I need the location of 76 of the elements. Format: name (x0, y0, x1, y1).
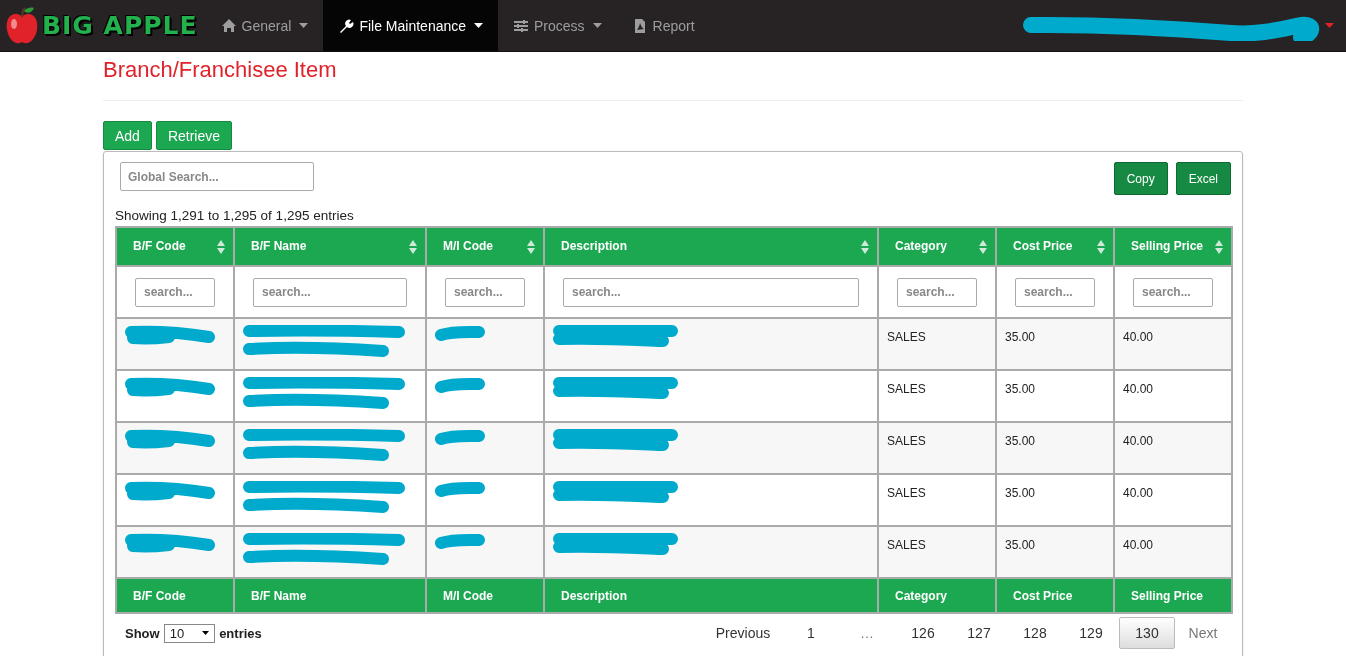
page-link[interactable]: Previous (703, 617, 783, 650)
column-search-field[interactable]: search... (1133, 277, 1213, 307)
table-cell: 40.00 (1123, 538, 1154, 553)
column-footer: Cost Price (1013, 588, 1073, 603)
column-footer: B/F Code (133, 588, 186, 603)
column-footer: Selling Price (1131, 588, 1204, 603)
table-cell: 40.00 (1123, 434, 1154, 449)
page-link[interactable]: 126 (895, 617, 951, 650)
page-link[interactable]: 1 (783, 617, 839, 650)
table-cell: 40.00 (1123, 330, 1154, 345)
table-cell: 40.00 (1123, 486, 1154, 501)
caret-icon (299, 23, 309, 28)
page-link: Next (1187, 624, 1219, 644)
nav-menu-item[interactable]: General (205, 0, 324, 51)
page-link[interactable]: 128 (1007, 617, 1063, 650)
column-header[interactable]: B/F Name (234, 227, 426, 267)
table-cell: 35.00 (1005, 486, 1036, 501)
column-footer: Description (561, 588, 627, 603)
column-footer: M/I Code (443, 588, 493, 603)
column-footer: Category (895, 588, 947, 603)
export-button[interactable]: Copy (1113, 162, 1168, 196)
caret-icon (1325, 23, 1334, 28)
column-search-field[interactable]: search... (1015, 277, 1095, 307)
page-title: Branch/Franchisee Item (103, 58, 338, 83)
home-icon (220, 17, 237, 34)
table-cell: 35.00 (1005, 434, 1036, 449)
sliders-icon (513, 17, 530, 34)
table-cell: SALES (887, 486, 926, 501)
caret-icon (202, 631, 210, 636)
page-size-select[interactable]: 10 (163, 623, 216, 643)
nav-menu-item[interactable]: Report (616, 0, 710, 51)
column-search-field[interactable]: search... (253, 277, 407, 307)
column-search-field[interactable]: search... (135, 277, 215, 307)
export-button[interactable]: Excel (1175, 162, 1231, 196)
page-link[interactable]: 129 (1063, 617, 1119, 650)
sort-icon (1097, 240, 1105, 255)
caret-icon (474, 23, 484, 28)
apple-icon (4, 5, 40, 46)
table-cell: SALES (887, 382, 926, 397)
action-button[interactable]: Retrieve (155, 121, 233, 151)
table-cell: SALES (887, 434, 926, 449)
length-label: entries (219, 625, 262, 641)
table-cell: 40.00 (1123, 382, 1154, 397)
length-label: Show (125, 625, 160, 641)
column-header[interactable]: Description (544, 227, 878, 267)
column-footer: B/F Name (251, 588, 307, 603)
column-search-field[interactable]: search... (897, 277, 977, 307)
column-search-field[interactable]: search... (445, 277, 525, 307)
action-button[interactable]: Add (103, 121, 152, 151)
sort-icon (217, 240, 225, 255)
column-header[interactable]: Cost Price (996, 227, 1114, 267)
table-cell: 35.00 (1005, 538, 1036, 553)
global-search-field[interactable]: Global Search... (120, 162, 314, 192)
page-link[interactable]: 127 (951, 617, 1007, 650)
table-cell: 35.00 (1005, 382, 1036, 397)
table-cell: SALES (887, 538, 926, 553)
table-cell: SALES (887, 330, 926, 345)
column-header[interactable]: Selling Price (1114, 227, 1232, 267)
logo: BIG APPLE (42, 11, 198, 40)
page-link: … (859, 624, 875, 644)
wrench-icon (338, 17, 355, 34)
table-cell: 35.00 (1005, 330, 1036, 345)
page-link[interactable]: 130 (1119, 617, 1175, 650)
sort-icon (527, 240, 535, 255)
nav-menu-item[interactable]: File Maintenance (323, 0, 499, 51)
sort-icon (979, 240, 987, 255)
sort-icon (861, 240, 869, 255)
sort-icon (1215, 240, 1223, 255)
column-header[interactable]: M/I Code (426, 227, 544, 267)
column-search-field[interactable]: search... (563, 277, 859, 307)
nav-menu-item[interactable]: Process (498, 0, 617, 51)
column-header[interactable]: B/F Code (116, 227, 234, 267)
sort-icon (409, 240, 417, 255)
column-header[interactable]: Category (878, 227, 996, 267)
entries-info: Showing 1,291 to 1,295 of 1,295 entries (115, 208, 355, 225)
caret-icon (592, 23, 602, 28)
